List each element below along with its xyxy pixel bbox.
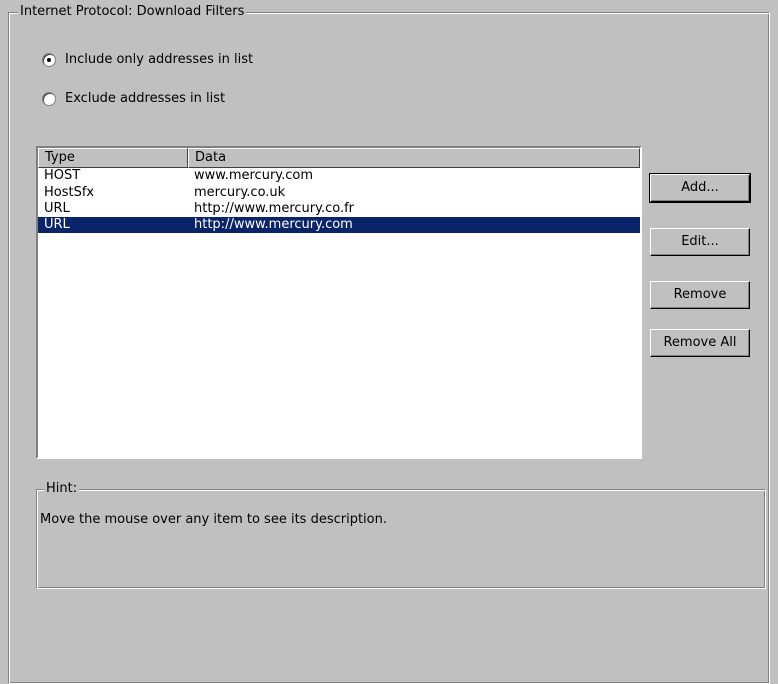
row-data-cell: www.mercury.com bbox=[194, 168, 314, 183]
include-only-radio-label: Include only addresses in list bbox=[65, 52, 254, 67]
table-row-selected[interactable]: URL http://www.mercury.com bbox=[38, 217, 640, 233]
row-type-cell: HOST bbox=[44, 168, 81, 183]
address-list[interactable]: Type Data HOST www.mercury.com HostSfx m… bbox=[36, 146, 642, 459]
add-button[interactable]: Add... bbox=[649, 173, 751, 203]
row-data-cell: mercury.co.uk bbox=[194, 185, 286, 200]
row-type-cell: HostSfx bbox=[44, 185, 95, 200]
exclude-radio[interactable]: Exclude addresses in list bbox=[42, 91, 225, 106]
column-header-data[interactable]: Data bbox=[188, 148, 640, 168]
hint-description: Move the mouse over any item to see its … bbox=[40, 512, 387, 527]
exclude-radio-label: Exclude addresses in list bbox=[65, 91, 226, 106]
row-type-cell: URL bbox=[44, 217, 70, 232]
hint-groupbox bbox=[36, 489, 766, 589]
address-list-header: Type Data bbox=[38, 148, 640, 168]
row-type-cell: URL bbox=[44, 201, 70, 216]
exclude-radio-indicator[interactable] bbox=[42, 91, 56, 106]
row-data-cell: http://www.mercury.com bbox=[194, 217, 353, 232]
edit-button[interactable]: Edit... bbox=[650, 228, 750, 256]
remove-button[interactable]: Remove bbox=[650, 281, 750, 309]
table-row[interactable]: HOST www.mercury.com bbox=[38, 168, 640, 184]
column-header-type[interactable]: Type bbox=[38, 148, 188, 168]
download-filters-title: Internet Protocol: Download Filters bbox=[18, 4, 247, 19]
include-only-radio[interactable]: Include only addresses in list bbox=[42, 52, 253, 67]
table-row[interactable]: URL http://www.mercury.co.fr bbox=[38, 201, 640, 217]
table-row[interactable]: HostSfx mercury.co.uk bbox=[38, 184, 640, 201]
row-data-cell: http://www.mercury.co.fr bbox=[194, 201, 355, 216]
remove-all-button[interactable]: Remove All bbox=[650, 329, 750, 357]
hint-title: Hint: bbox=[44, 481, 80, 496]
include-only-radio-indicator[interactable] bbox=[42, 52, 56, 67]
